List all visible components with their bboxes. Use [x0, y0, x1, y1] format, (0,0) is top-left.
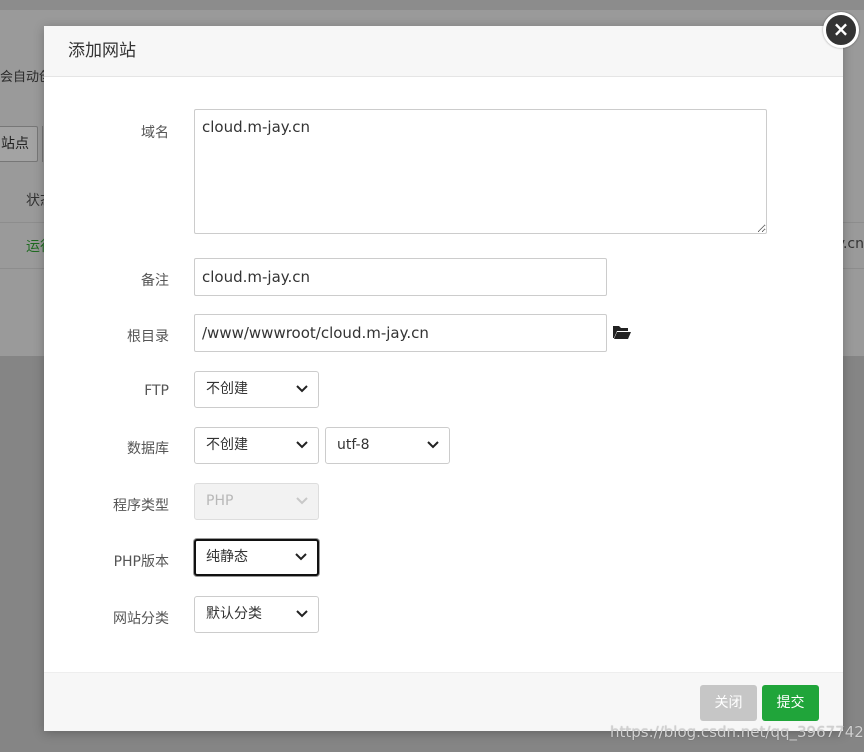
ftp-select-value: 不创建 — [206, 381, 248, 397]
database-select-value: 不创建 — [206, 437, 248, 453]
background-site-button: 站点 — [0, 126, 38, 162]
close-icon[interactable]: × — [823, 12, 859, 48]
chevron-down-icon — [296, 597, 310, 632]
database-select[interactable]: 不创建 — [194, 427, 319, 464]
charset-select[interactable]: utf-8 — [325, 427, 450, 464]
remark-label: 备注 — [141, 273, 169, 289]
dialog-title: 添加网站 — [44, 26, 843, 77]
database-label: 数据库 — [127, 441, 169, 457]
chevron-down-icon — [427, 428, 441, 463]
add-site-dialog: 添加网站 域名 cloud.m-jay.cn 备注 根目录 FTP 不创建 数据… — [44, 26, 843, 731]
chevron-down-icon — [296, 428, 310, 463]
watermark: https://blog.csdn.net/qq_39677429 — [610, 723, 864, 741]
site-category-select[interactable]: 默认分类 — [194, 596, 319, 633]
ftp-select[interactable]: 不创建 — [194, 371, 319, 408]
close-button[interactable]: 关闭 — [700, 685, 757, 721]
charset-select-value: utf-8 — [337, 437, 370, 453]
php-version-select[interactable]: 纯静态 — [194, 539, 319, 576]
domain-label: 域名 — [141, 125, 169, 141]
submit-button[interactable]: 提交 — [762, 685, 819, 721]
root-dir-label: 根目录 — [127, 329, 169, 345]
program-type-select-value: PHP — [206, 493, 234, 509]
chevron-down-icon — [295, 541, 309, 574]
php-version-label: PHP版本 — [113, 554, 169, 570]
remark-input[interactable] — [194, 258, 607, 296]
site-category-select-value: 默认分类 — [206, 606, 262, 622]
background-topbar — [0, 0, 864, 10]
ftp-label: FTP — [144, 383, 169, 399]
chevron-down-icon — [296, 372, 310, 407]
folder-open-icon[interactable] — [612, 324, 632, 344]
domain-textarea[interactable]: cloud.m-jay.cn — [194, 109, 767, 234]
php-version-select-value: 纯静态 — [206, 549, 248, 565]
site-category-label: 网站分类 — [113, 611, 169, 627]
chevron-down-icon — [296, 484, 310, 519]
program-type-label: 程序类型 — [113, 498, 169, 514]
root-dir-input[interactable] — [194, 314, 607, 352]
program-type-select: PHP — [194, 483, 319, 520]
